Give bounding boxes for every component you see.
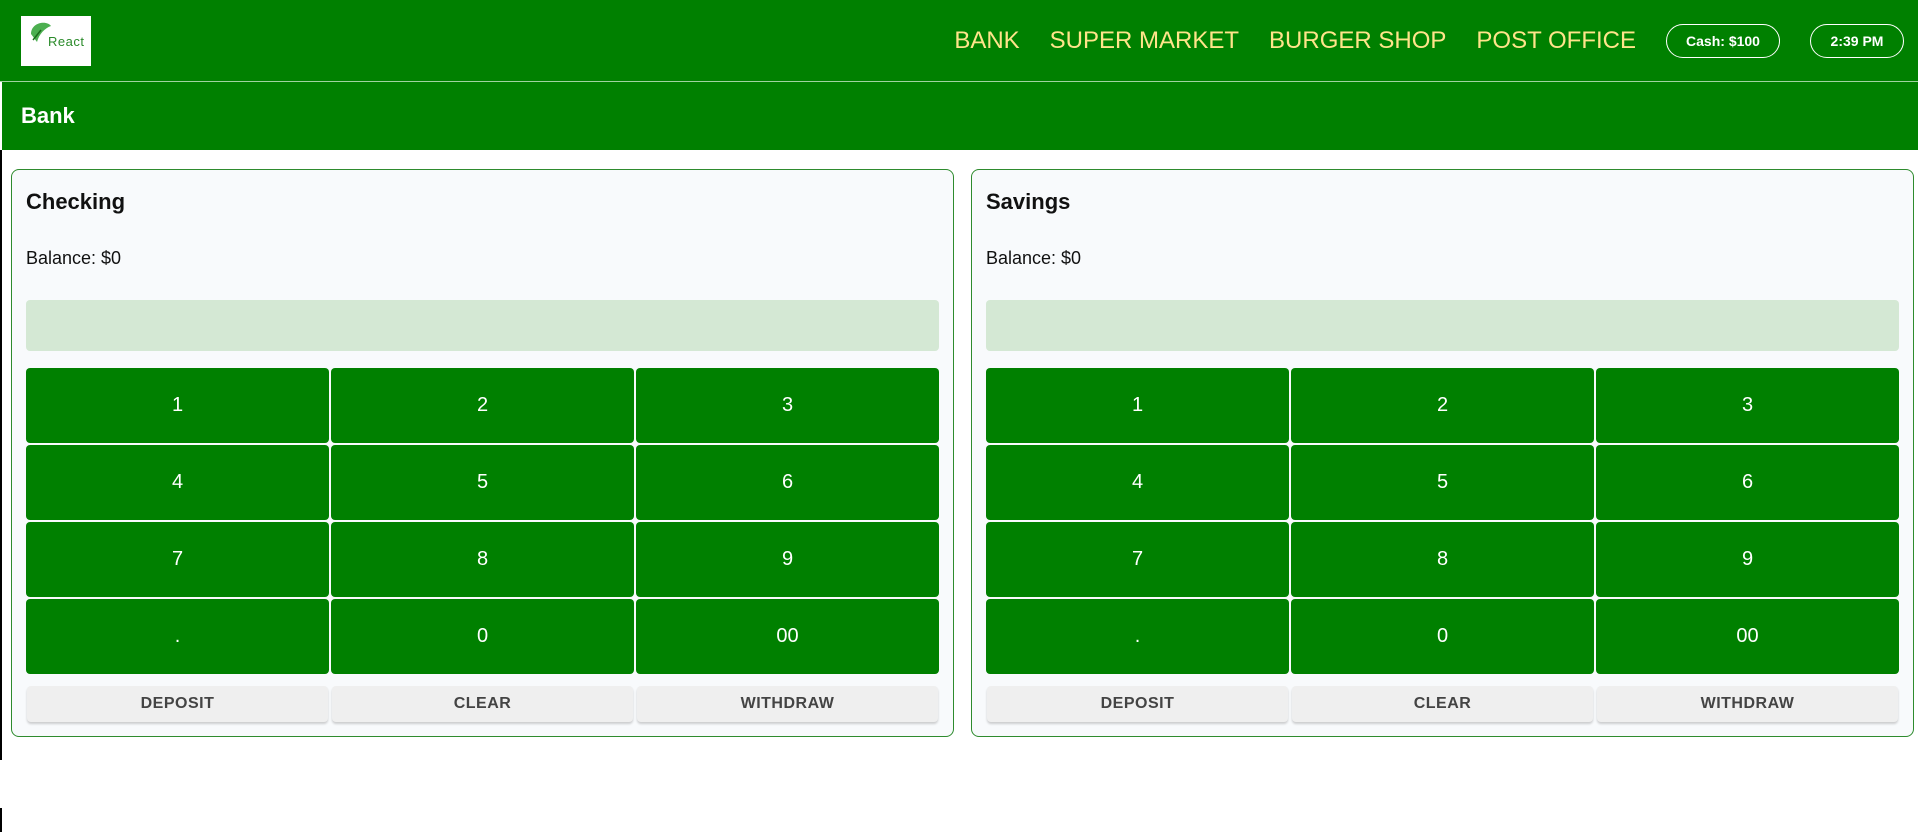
deposit-button[interactable]: DEPOSIT xyxy=(27,686,328,722)
key-7[interactable]: 7 xyxy=(986,522,1289,597)
clear-button[interactable]: CLEAR xyxy=(332,686,633,722)
key-0[interactable]: 0 xyxy=(1291,599,1594,674)
key-3[interactable]: 3 xyxy=(1596,368,1899,443)
cash-badge: Cash: $100 xyxy=(1666,24,1780,58)
key-6[interactable]: 6 xyxy=(636,445,939,520)
account-balance: Balance: $0 xyxy=(26,248,122,268)
app-root: React BANK SUPER MARKET BURGER SHOP POST… xyxy=(0,0,1918,832)
key-4[interactable]: 4 xyxy=(26,445,329,520)
keypad: 1 2 3 4 5 6 7 8 9 . 0 00 xyxy=(26,368,939,674)
logo-text: React xyxy=(48,34,85,49)
account-title: Checking xyxy=(26,189,126,214)
key-5[interactable]: 5 xyxy=(1291,445,1594,520)
key-3[interactable]: 3 xyxy=(636,368,939,443)
account-balance: Balance: $0 xyxy=(986,248,1082,268)
key-1[interactable]: 1 xyxy=(26,368,329,443)
savings-account-panel: Savings Balance: $0 1 2 3 4 5 6 7 8 9 . … xyxy=(971,169,1914,737)
key-00[interactable]: 00 xyxy=(636,599,939,674)
nav-link-burger-shop[interactable]: BURGER SHOP xyxy=(1269,27,1446,55)
nav-link-post-office[interactable]: POST OFFICE xyxy=(1476,27,1636,55)
withdraw-button[interactable]: WITHDRAW xyxy=(1597,686,1898,722)
clock-badge: 2:39 PM xyxy=(1810,24,1904,58)
window-edge-lower xyxy=(0,808,2,832)
clear-button[interactable]: CLEAR xyxy=(1292,686,1593,722)
key-6[interactable]: 6 xyxy=(1596,445,1899,520)
amount-display xyxy=(986,300,1899,351)
logo[interactable]: React xyxy=(21,16,91,66)
key-9[interactable]: 9 xyxy=(636,522,939,597)
key-8[interactable]: 8 xyxy=(1291,522,1594,597)
window-edge xyxy=(0,150,2,760)
key-2[interactable]: 2 xyxy=(1291,368,1594,443)
key-5[interactable]: 5 xyxy=(331,445,634,520)
key-0[interactable]: 0 xyxy=(331,599,634,674)
key-9[interactable]: 9 xyxy=(1596,522,1899,597)
page-title: Bank xyxy=(21,103,75,128)
action-row: DEPOSIT CLEAR WITHDRAW xyxy=(987,686,1898,722)
top-nav-bar: React BANK SUPER MARKET BURGER SHOP POST… xyxy=(0,0,1918,82)
key-8[interactable]: 8 xyxy=(331,522,634,597)
section-header: Bank xyxy=(2,82,1918,150)
main-nav: BANK SUPER MARKET BURGER SHOP POST OFFIC… xyxy=(954,0,1918,82)
nav-link-super-market[interactable]: SUPER MARKET xyxy=(1050,27,1239,55)
key-00[interactable]: 00 xyxy=(1596,599,1899,674)
amount-display xyxy=(26,300,939,351)
nav-link-bank[interactable]: BANK xyxy=(954,27,1019,55)
key-7[interactable]: 7 xyxy=(26,522,329,597)
account-title: Savings xyxy=(986,189,1071,214)
key-decimal[interactable]: . xyxy=(26,599,329,674)
key-4[interactable]: 4 xyxy=(986,445,1289,520)
key-decimal[interactable]: . xyxy=(986,599,1289,674)
action-row: DEPOSIT CLEAR WITHDRAW xyxy=(27,686,938,722)
keypad: 1 2 3 4 5 6 7 8 9 . 0 00 xyxy=(986,368,1899,674)
key-1[interactable]: 1 xyxy=(986,368,1289,443)
deposit-button[interactable]: DEPOSIT xyxy=(987,686,1288,722)
withdraw-button[interactable]: WITHDRAW xyxy=(637,686,938,722)
checking-account-panel: Checking Balance: $0 1 2 3 4 5 6 7 8 9 .… xyxy=(11,169,954,737)
key-2[interactable]: 2 xyxy=(331,368,634,443)
